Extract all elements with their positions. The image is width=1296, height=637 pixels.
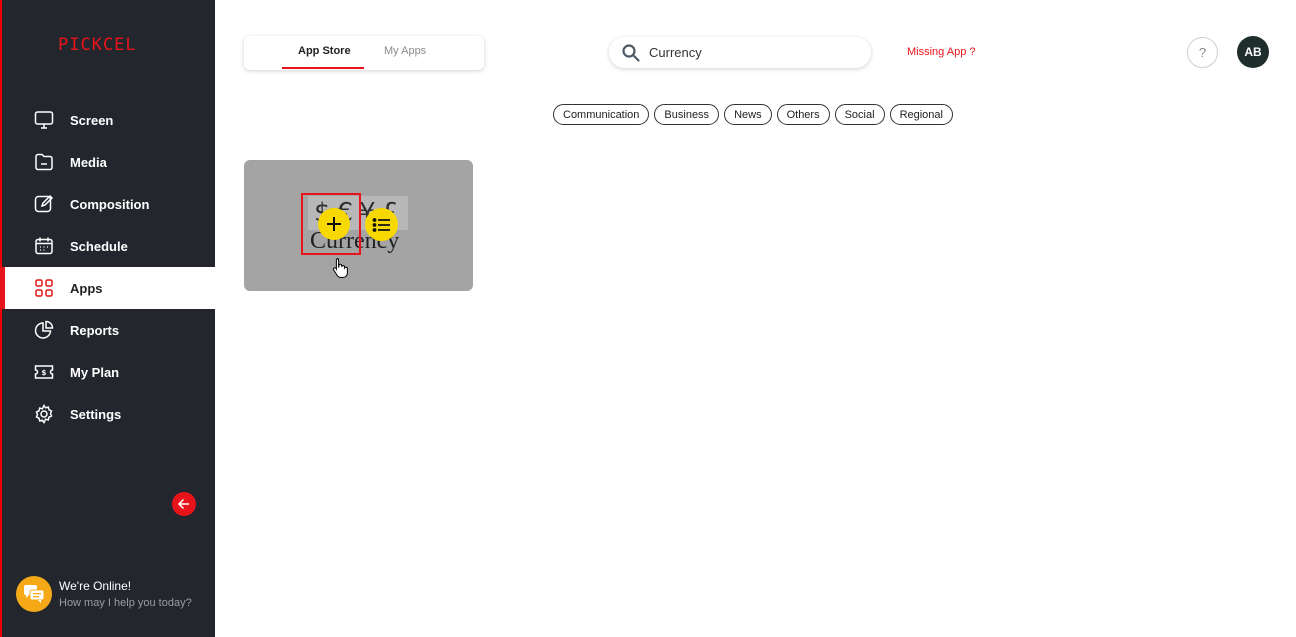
- folder-icon: [35, 153, 53, 171]
- tab-my-apps[interactable]: My Apps: [384, 45, 426, 57]
- category-news[interactable]: News: [724, 104, 772, 125]
- hand-cursor-icon: [332, 258, 348, 278]
- ticket-icon: $: [34, 365, 54, 379]
- category-social[interactable]: Social: [834, 104, 885, 125]
- sidebar-item-label: Reports: [70, 322, 120, 338]
- search-input[interactable]: [649, 43, 859, 61]
- sidebar-item-apps[interactable]: Apps: [0, 267, 217, 309]
- chat-widget[interactable]: We're Online! How may I help you today?: [16, 576, 192, 612]
- sidebar-item-label: Schedule: [70, 238, 128, 254]
- active-tab-indicator: [282, 67, 364, 69]
- svg-text:$: $: [42, 369, 47, 377]
- edit-icon: [34, 194, 54, 213]
- sidebar-item-label: Composition: [70, 196, 150, 212]
- sidebar-item-screen[interactable]: Screen: [2, 99, 217, 141]
- chat-subtitle: How may I help you today?: [59, 597, 192, 609]
- missing-app-link[interactable]: Missing App ?: [907, 46, 975, 58]
- sidebar-item-label: My Plan: [70, 364, 120, 380]
- chat-text: We're Online! How may I help you today?: [59, 579, 192, 609]
- collapse-sidebar-button[interactable]: [172, 492, 196, 516]
- app-card-currency[interactable]: $€¥£ Currency: [244, 160, 473, 291]
- category-communication[interactable]: Communication: [553, 104, 650, 125]
- pie-chart-icon: [34, 320, 54, 339]
- sidebar-nav: Screen Media Composition Schedule Apps R…: [0, 99, 217, 435]
- sidebar-item-label: Apps: [70, 280, 103, 296]
- avatar[interactable]: AB: [1237, 36, 1269, 68]
- search-icon: [622, 44, 640, 62]
- sidebar-item-reports[interactable]: Reports: [2, 309, 217, 351]
- category-others[interactable]: Others: [776, 104, 830, 125]
- sidebar: PICKCEL Screen Media Composition Schedul…: [0, 0, 217, 637]
- chat-bubble-icon[interactable]: [16, 576, 52, 612]
- chat-title: We're Online!: [59, 579, 132, 593]
- sidebar-item-label: Settings: [70, 406, 122, 422]
- app-details-button[interactable]: [365, 208, 398, 241]
- sidebar-item-label: Screen: [70, 112, 114, 128]
- sidebar-item-media[interactable]: Media: [2, 141, 217, 183]
- calendar-icon: [35, 237, 53, 255]
- add-app-button[interactable]: [318, 208, 350, 240]
- arrow-left-icon: [177, 498, 189, 510]
- tab-app-store[interactable]: App Store: [298, 45, 351, 57]
- category-business[interactable]: Business: [654, 104, 720, 125]
- pickcel-logo[interactable]: PICKCEL: [58, 35, 137, 55]
- sidebar-item-composition[interactable]: Composition: [2, 183, 217, 225]
- apps-grid-icon: [35, 279, 53, 297]
- list-icon: [372, 217, 390, 232]
- sidebar-item-settings[interactable]: Settings: [2, 393, 217, 435]
- sidebar-item-my-plan[interactable]: $ My Plan: [2, 351, 217, 393]
- monitor-icon: [34, 111, 54, 129]
- search-bar: [609, 37, 871, 68]
- sidebar-item-label: Media: [70, 154, 107, 170]
- sidebar-item-schedule[interactable]: Schedule: [2, 225, 217, 267]
- plus-icon: [327, 217, 341, 231]
- category-regional[interactable]: Regional: [889, 104, 953, 125]
- store-tabs: App Store My Apps: [244, 36, 484, 70]
- help-button[interactable]: ?: [1187, 37, 1218, 68]
- gear-icon: [35, 404, 53, 424]
- category-filters: Communication Business News Others Socia…: [553, 104, 953, 125]
